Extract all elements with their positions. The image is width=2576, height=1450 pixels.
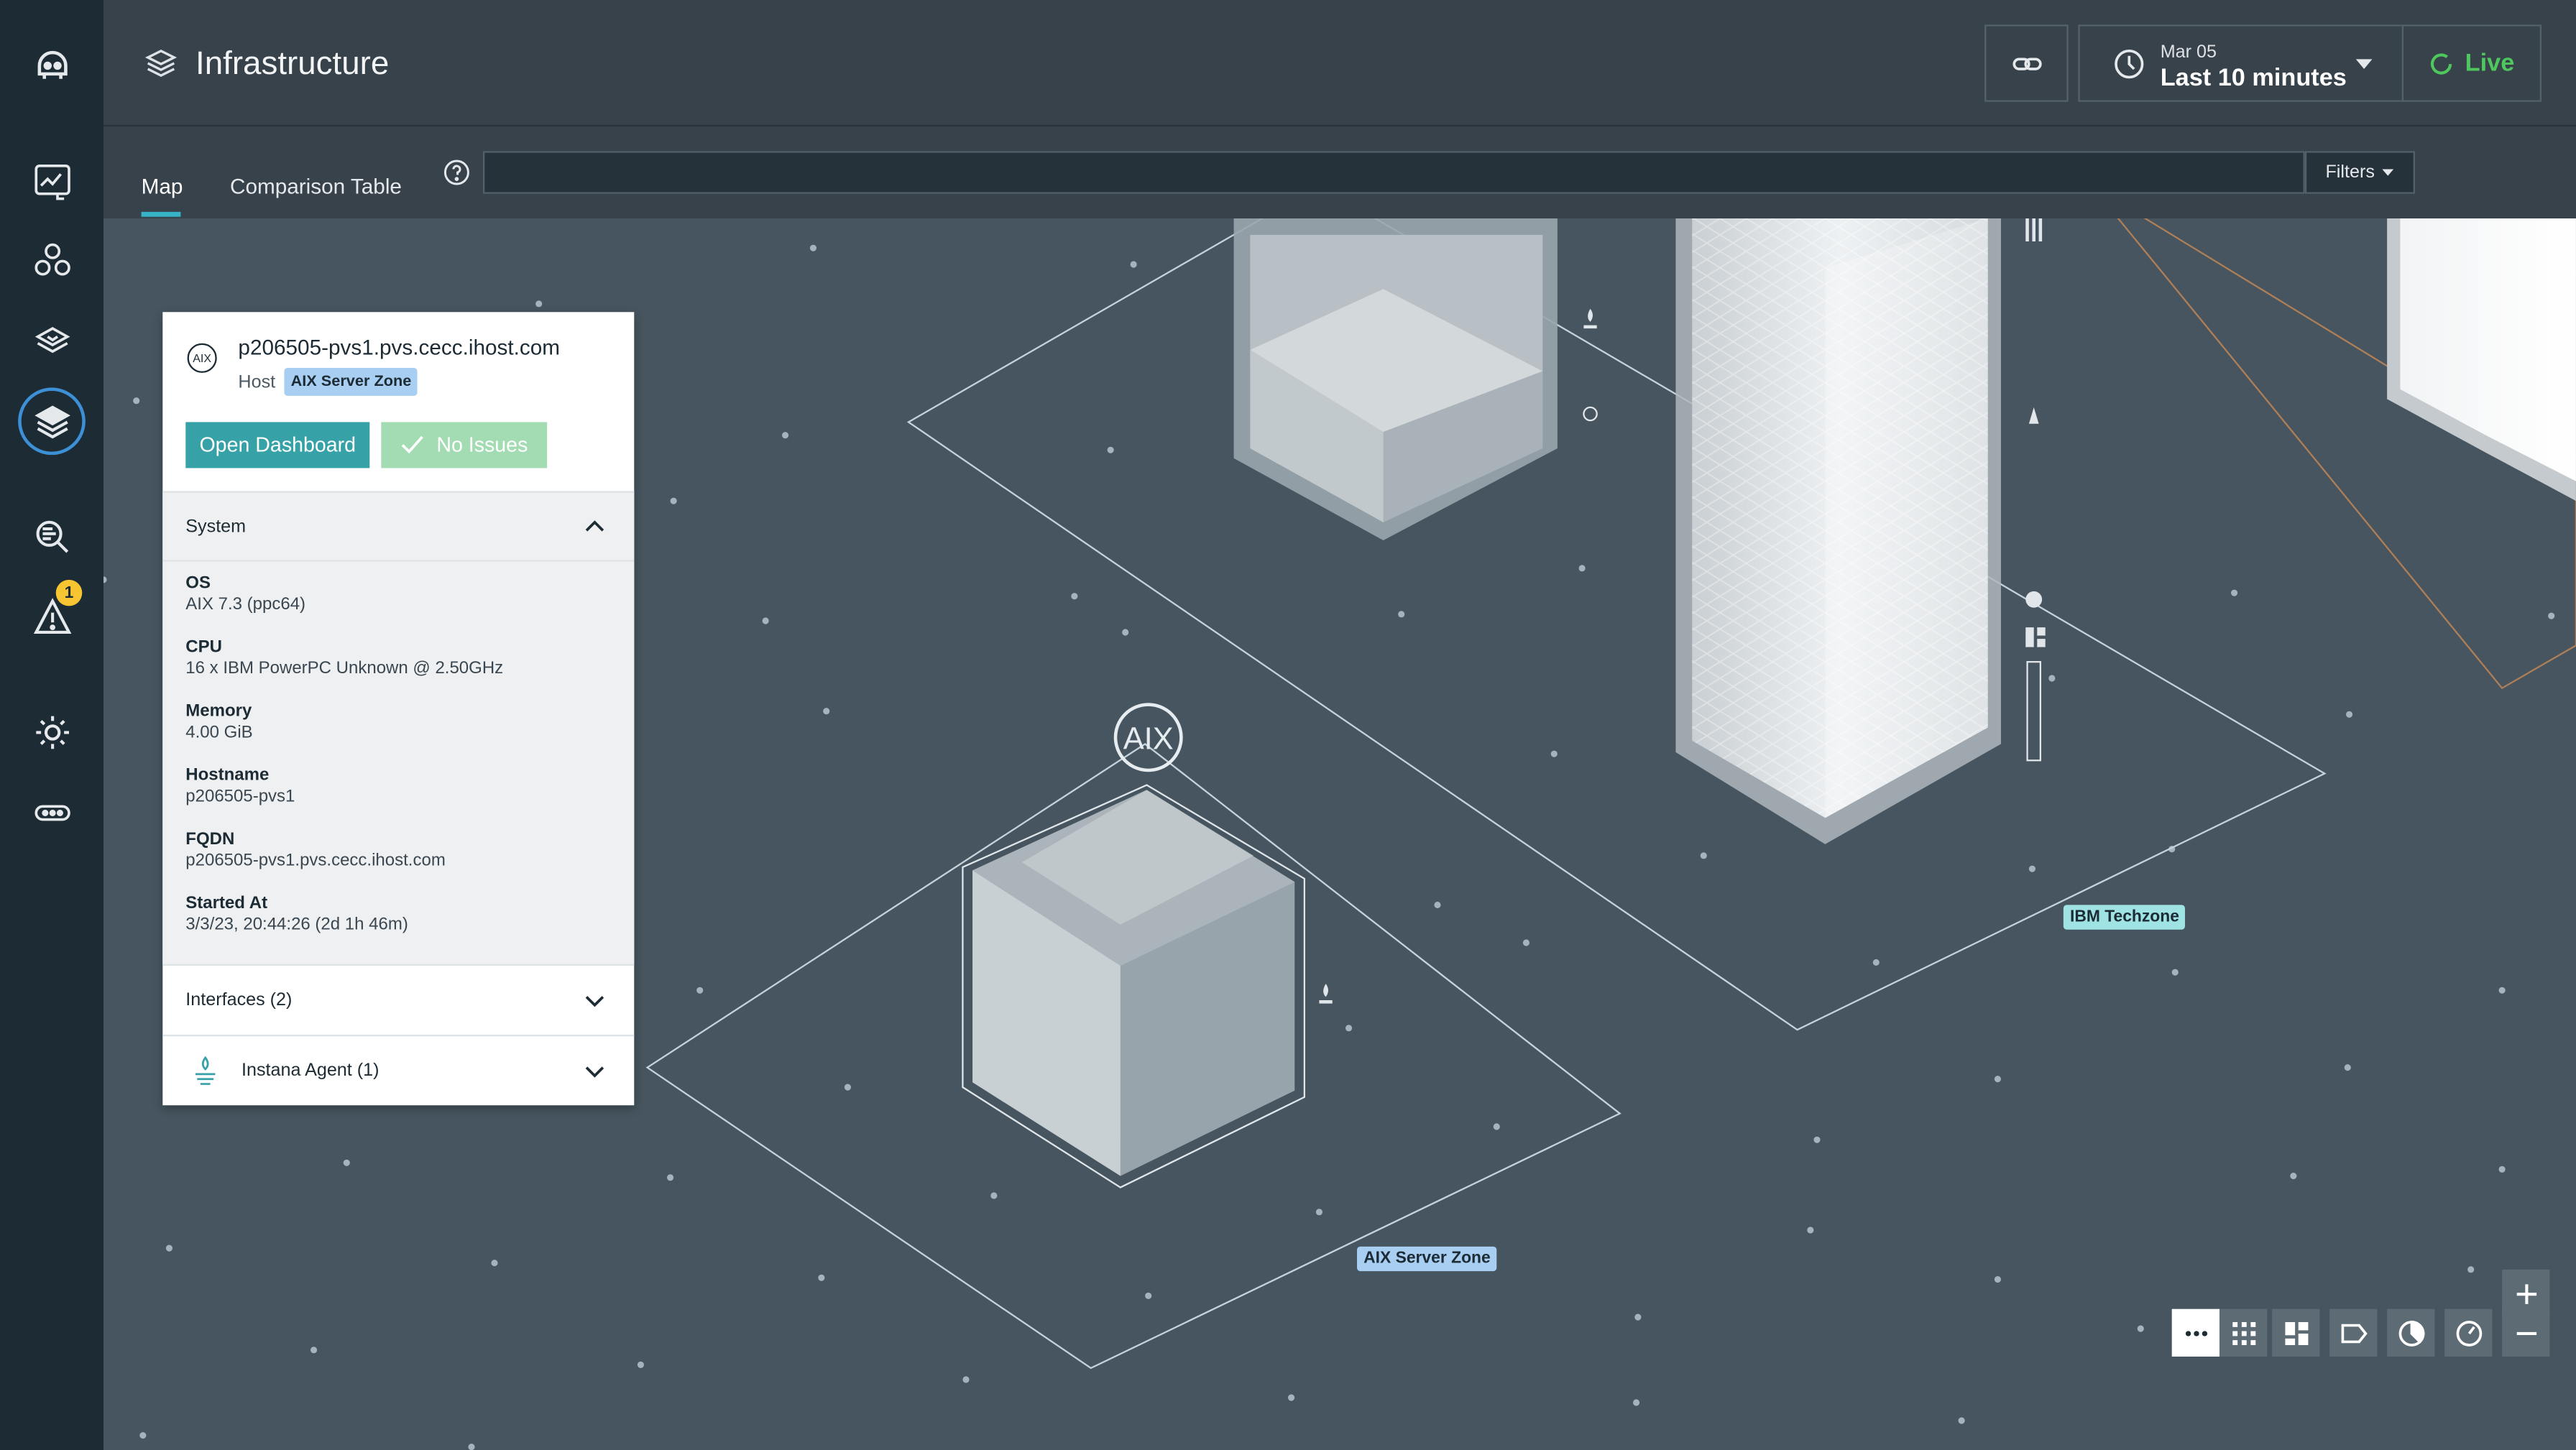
instana-agent-label: Instana Agent (1) (241, 1061, 380, 1081)
infrastructure-icon[interactable] (18, 387, 86, 456)
memory-field: Memory 4.00 GiB (185, 701, 253, 743)
open-dashboard-button[interactable]: Open Dashboard (185, 422, 370, 468)
aix-server-zone-label[interactable]: AIX Server Zone (1356, 1246, 1497, 1272)
check-icon (401, 435, 423, 454)
filters-label: Filters (2325, 162, 2375, 183)
entity-type: Host (238, 372, 276, 393)
live-button[interactable]: Live (2401, 24, 2542, 102)
host-right-edge[interactable] (2387, 218, 2576, 502)
chevron-down-icon (2355, 59, 2373, 69)
events-count-badge: 1 (55, 579, 83, 606)
page-header: Infrastructure Mar 05 Last 10 minutes Li… (103, 0, 2576, 126)
system-section-body: OS AIX 7.3 (ppc64) CPU 16 x IBM PowerPC Un… (162, 561, 635, 964)
tag-view-button[interactable] (2329, 1308, 2378, 1357)
instana-logo-icon[interactable] (18, 31, 86, 98)
ellipsis-view-button[interactable] (2171, 1308, 2220, 1357)
pie-chart-icon (2398, 1320, 2424, 1346)
live-refresh-icon (2432, 52, 2453, 74)
host-detail-panel: AIX p206505-pvs1.pvs.cecc.ihost.com Host… (162, 312, 635, 1106)
ibm-techzone-label[interactable]: IBM Techzone (2063, 905, 2186, 930)
time-range-picker[interactable]: Mar 05 Last 10 minutes (2078, 24, 2404, 102)
grid-icon (2232, 1321, 2255, 1344)
search-input[interactable] (482, 151, 2305, 194)
link-icon (2012, 57, 2041, 70)
system-section-label: System (185, 516, 247, 537)
aix-circle-badge[interactable]: AIX (1113, 703, 1183, 772)
started-at-field: Started At 3/3/23, 20:44:26 (2d 1h 46m) (185, 893, 408, 935)
tab-map[interactable]: Map (142, 174, 183, 198)
active-tab-indicator (141, 211, 181, 217)
pie-view-button[interactable] (2387, 1308, 2435, 1357)
interfaces-section-header[interactable]: Interfaces (2) (162, 964, 635, 1035)
os-field: OS AIX 7.3 (ppc64) (185, 573, 306, 614)
java-agent-icon (195, 1056, 216, 1085)
help-icon[interactable] (443, 160, 470, 186)
aix-host-icon: AIX (187, 343, 217, 373)
filters-chevron-icon (2383, 168, 2395, 175)
no-issues-label: No Issues (436, 433, 528, 457)
dashboard-icon[interactable] (18, 146, 86, 213)
gauge-icon (2455, 1320, 2482, 1346)
host-stack-top[interactable] (1233, 218, 1558, 540)
interfaces-section-label: Interfaces (2) (185, 990, 293, 1010)
cpu-field: CPU 16 x IBM PowerPC Unknown @ 2.50GHz (185, 637, 504, 678)
tag-icon (2340, 1323, 2367, 1343)
more-icon[interactable] (18, 778, 86, 846)
aix-host-cube[interactable] (962, 784, 1305, 1188)
no-issues-button[interactable]: No Issues (381, 422, 548, 468)
host-tower[interactable] (1675, 218, 2001, 844)
chevron-down-icon (585, 1066, 604, 1078)
gauge-view-button[interactable] (2444, 1308, 2493, 1357)
infrastructure-title-icon (144, 49, 178, 78)
analytics-icon[interactable] (18, 502, 86, 570)
layout-view-button[interactable] (2272, 1308, 2320, 1357)
zone-tag[interactable]: AIX Server Zone (284, 367, 418, 396)
clock-icon (2115, 50, 2144, 79)
minus-icon (2516, 1331, 2536, 1334)
websites-icon[interactable] (18, 307, 86, 374)
layout-icon (2284, 1321, 2308, 1344)
copy-link-button[interactable] (1984, 24, 2069, 102)
plus-icon (2516, 1283, 2536, 1303)
left-navigation: 1 (0, 0, 104, 1450)
zoom-out-button[interactable] (2502, 1308, 2550, 1357)
time-range-label: Last 10 minutes (2160, 64, 2347, 92)
hostname-field: Hostname p206505-pvs1 (185, 765, 295, 807)
live-label: Live (2465, 49, 2515, 78)
chevron-up-icon (585, 520, 604, 532)
host-name: p206505-pvs1.pvs.cecc.ihost.com (238, 335, 561, 360)
grid-view-button[interactable] (2219, 1308, 2268, 1357)
page-title: Infrastructure (195, 45, 390, 83)
events-icon[interactable]: 1 (18, 579, 86, 650)
tabs-bar: Map Comparison Table Filters (103, 126, 2576, 218)
svg-text:AIX: AIX (193, 353, 211, 365)
filters-button[interactable]: Filters (2304, 151, 2415, 194)
settings-icon[interactable] (18, 698, 86, 765)
chevron-down-icon (585, 996, 604, 1007)
applications-icon[interactable] (18, 226, 86, 294)
aix-badge-text: AIX (1123, 721, 1174, 756)
time-date: Mar 05 (2160, 42, 2217, 63)
fqdn-field: FQDN p206505-pvs1.pvs.cecc.ihost.com (185, 829, 446, 871)
tab-comparison-table[interactable]: Comparison Table (230, 174, 402, 198)
instana-agent-section-header[interactable]: Instana Agent (1) (162, 1034, 635, 1105)
ellipsis-icon (2184, 1330, 2207, 1336)
system-section-header[interactable]: System (162, 491, 635, 562)
